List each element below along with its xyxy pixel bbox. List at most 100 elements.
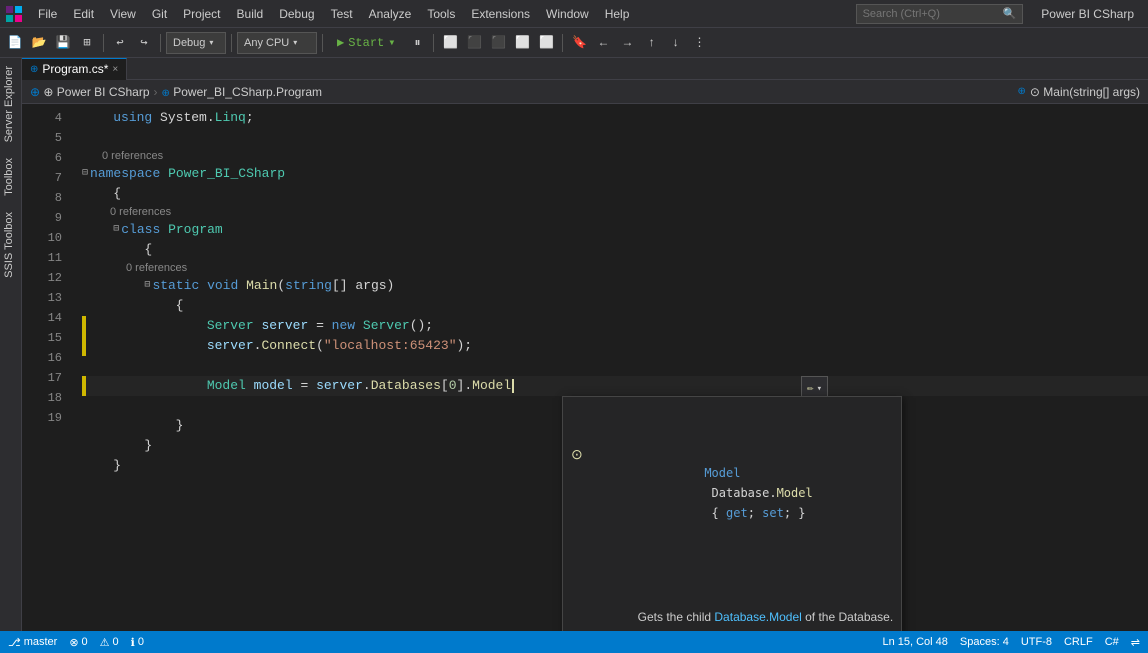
menu-extensions[interactable]: Extensions <box>463 5 538 23</box>
save-btn[interactable]: 💾 <box>52 32 74 54</box>
code-line-6: ⊟namespace Power_BI_CSharp <box>82 164 1148 184</box>
collapse-8[interactable]: ⊟ <box>113 220 119 240</box>
debug-btn5[interactable]: ⬜ <box>535 32 557 54</box>
status-line-endings[interactable]: CRLF <box>1064 636 1093 648</box>
tooltip-title: Model Database.Model { get; set; } <box>589 443 813 543</box>
ln17: 17 <box>22 368 62 388</box>
save-all-btn[interactable]: ⊞ <box>76 32 98 54</box>
status-spaces[interactable]: Spaces: 4 <box>960 636 1009 648</box>
search-input[interactable] <box>863 8 1003 20</box>
menu-bar: File Edit View Git Project Build Debug T… <box>0 0 1148 28</box>
ln19: 19 <box>22 408 62 428</box>
config-dropdown[interactable]: Debug ▾ <box>166 32 226 54</box>
nav-btn4[interactable]: ↓ <box>664 32 686 54</box>
open-btn[interactable]: 📂 <box>28 32 50 54</box>
breadcrumb-sep1: › <box>154 85 158 99</box>
sep5 <box>433 34 434 52</box>
start-dropdown-arrow: ▾ <box>388 35 395 50</box>
code-content[interactable]: using System.Linq; 0 references ⊟namespa… <box>72 104 1148 631</box>
tab-close-btn[interactable]: × <box>112 64 118 75</box>
undo-btn[interactable]: ↩ <box>109 32 131 54</box>
status-messages[interactable]: ℹ 0 <box>131 636 144 649</box>
debug-btn1[interactable]: ⬜ <box>439 32 461 54</box>
new-file-btn[interactable]: 📄 <box>4 32 26 54</box>
feedback-icon: ⇌ <box>1131 636 1140 649</box>
nav-btn5[interactable]: ⋮ <box>688 32 710 54</box>
menu-analyze[interactable]: Analyze <box>361 5 420 23</box>
menu-project[interactable]: Project <box>175 5 228 23</box>
menu-edit[interactable]: Edit <box>65 5 102 23</box>
message-icon: ℹ <box>131 636 135 649</box>
server-explorer-tab[interactable]: Server Explorer <box>0 58 21 150</box>
code-line-14 <box>82 356 1148 376</box>
ssis-toolbox-tab[interactable]: SSIS Toolbox <box>0 204 21 286</box>
error-icon: ⊗ <box>69 636 78 649</box>
status-git[interactable]: ⎇ master <box>8 636 57 649</box>
pause-btn[interactable]: ⏸ <box>406 32 428 54</box>
tooltip-header: ⊙ Model Database.Model { get; set; } <box>571 443 893 543</box>
breadcrumb-bar: ⊕ ⊕ Power BI CSharp › ⊕ Power_BI_CSharp.… <box>22 80 1148 104</box>
message-count: 0 <box>138 636 144 648</box>
collapse-6[interactable]: ⊟ <box>82 164 88 184</box>
breadcrumb-project[interactable]: ⊕ ⊕ Power BI CSharp <box>30 85 150 99</box>
status-language[interactable]: C# <box>1105 636 1119 648</box>
breadcrumb-method[interactable]: ⊙ Main(string[] args) <box>1030 85 1140 99</box>
search-icon[interactable]: 🔍 <box>1003 7 1017 21</box>
menu-tools[interactable]: Tools <box>419 5 463 23</box>
platform-dropdown[interactable]: Any CPU ▾ <box>237 32 317 54</box>
menu-file[interactable]: File <box>30 5 65 23</box>
menu-help[interactable]: Help <box>597 5 638 23</box>
file-tab-program[interactable]: ⊕ Program.cs* × <box>22 58 127 80</box>
debug-btn3[interactable]: ⬛ <box>487 32 509 54</box>
menu-view[interactable]: View <box>102 5 144 23</box>
status-warnings[interactable]: ⚠ 0 <box>100 636 119 649</box>
menu-build[interactable]: Build <box>229 5 272 23</box>
ln8: 8 <box>22 188 62 208</box>
code-line-4: using System.Linq; <box>82 108 1148 128</box>
nav-btn2[interactable]: → <box>616 32 638 54</box>
status-errors[interactable]: ⊗ 0 <box>69 636 87 649</box>
ln18: 18 <box>22 388 62 408</box>
nav-btn3[interactable]: ↑ <box>640 32 662 54</box>
menu-git[interactable]: Git <box>144 5 175 23</box>
ln6: 6 <box>22 148 62 168</box>
sep1 <box>103 34 104 52</box>
menu-window[interactable]: Window <box>538 5 597 23</box>
status-encoding[interactable]: UTF-8 <box>1021 636 1052 648</box>
sep4 <box>322 34 323 52</box>
git-branch: master <box>24 636 58 648</box>
code-line-8: ⊟class Program <box>82 220 1148 240</box>
nav-btn1[interactable]: ← <box>592 32 614 54</box>
code-line-9: { <box>82 240 1148 260</box>
status-right: Ln 15, Col 48 Spaces: 4 UTF-8 CRLF C# ⇌ <box>882 636 1140 649</box>
code-line-13: server.Connect("localhost:65423"); <box>82 336 1148 356</box>
menu-test[interactable]: Test <box>323 5 361 23</box>
code-editor: 4 5 6 7 8 9 10 11 12 13 14 15 16 17 18 1… <box>22 104 1148 631</box>
start-button[interactable]: ▶ Start ▾ <box>328 32 404 54</box>
status-feedback[interactable]: ⇌ <box>1131 636 1140 649</box>
ln9: 9 <box>22 208 62 228</box>
tab-label: Program.cs* <box>42 62 108 76</box>
error-count: 0 <box>82 636 88 648</box>
hint-line-main: 0 references <box>82 260 1148 276</box>
breadcrumb-dropdown[interactable]: ⊕ <box>1018 86 1026 97</box>
line-numbers: 4 5 6 7 8 9 10 11 12 13 14 15 16 17 18 1… <box>22 104 72 631</box>
redo-btn[interactable]: ↪ <box>133 32 155 54</box>
collapse-10[interactable]: ⊟ <box>144 276 150 296</box>
debug-btn4[interactable]: ⬜ <box>511 32 533 54</box>
cursor <box>512 379 514 393</box>
bookmark-13 <box>82 336 86 356</box>
side-tabs: Server Explorer Toolbox SSIS Toolbox <box>0 58 22 631</box>
status-position[interactable]: Ln 15, Col 48 <box>882 636 947 648</box>
platform-dropdown-arrow: ▾ <box>293 38 297 47</box>
debug-btn2[interactable]: ⬛ <box>463 32 485 54</box>
toolbar: 📄 📂 💾 ⊞ ↩ ↪ Debug ▾ Any CPU ▾ ▶ Start ▾ … <box>0 28 1148 58</box>
tooltip-member-icon: ⊙ <box>571 444 583 464</box>
breadcrumb-class[interactable]: ⊕ Power_BI_CSharp.Program <box>162 85 322 99</box>
bookmark-15 <box>82 376 86 396</box>
bookmark-btn[interactable]: 🔖 <box>568 32 590 54</box>
code-line-12: Server server = new Server(); <box>82 316 1148 336</box>
menu-debug[interactable]: Debug <box>271 5 322 23</box>
toolbox-tab[interactable]: Toolbox <box>0 150 21 204</box>
search-box[interactable]: 🔍 <box>856 4 1024 24</box>
